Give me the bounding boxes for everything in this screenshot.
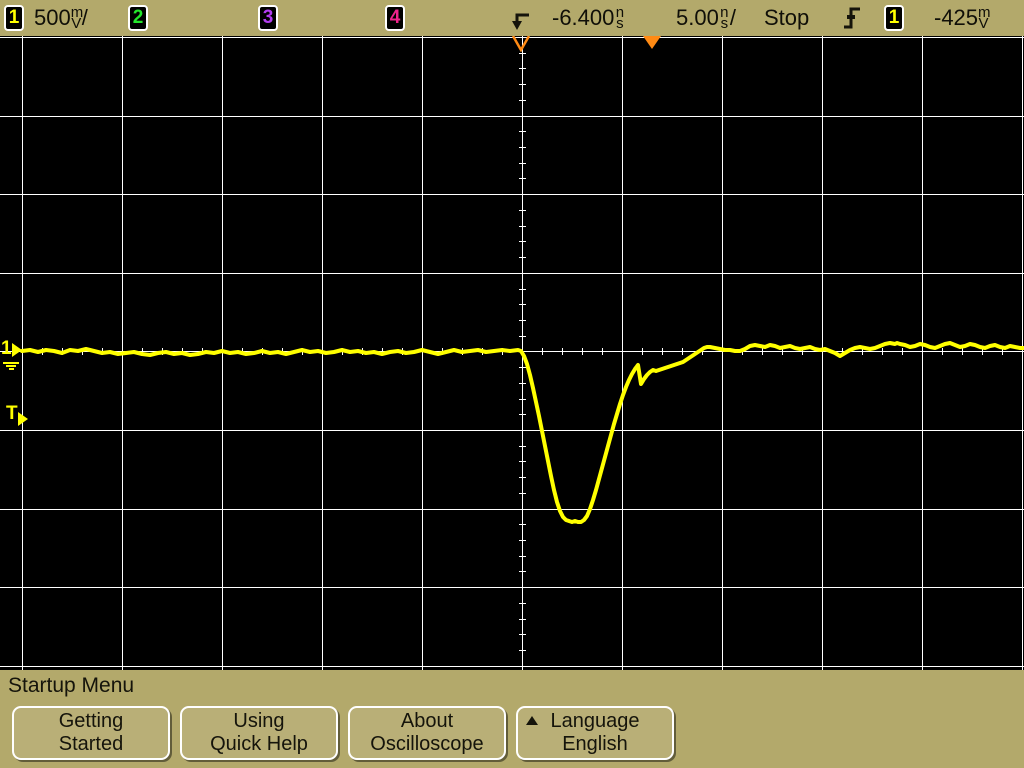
menu-title: Startup Menu	[8, 674, 135, 697]
unit-nanosecond-icon: ns	[720, 4, 729, 33]
channel-3-status[interactable]: 3	[258, 0, 278, 36]
softkey-line-1: Getting	[58, 710, 124, 732]
channel-1-badge[interactable]: 1	[4, 5, 24, 31]
unit-nanosecond-icon: ns	[615, 4, 625, 33]
oscilloscope-screen: 1 500 m V/ 2 3 4 -6.400 n s 5.00 n s / Stop	[0, 0, 1024, 768]
softkey-language[interactable]: Language English	[516, 706, 674, 760]
softkey-line-2: Quick Help	[210, 733, 308, 755]
delay-arrow-icon	[512, 13, 529, 30]
trigger-source-badge[interactable]: 1	[884, 5, 904, 31]
softkey-line-1: About	[400, 710, 454, 732]
waveform-trace	[20, 341, 1024, 524]
status-bar: 1 500 m V/ 2 3 4 -6.400 n s 5.00 n s / Stop	[0, 0, 1024, 36]
trigger-level-value[interactable]: -425 m V	[934, 0, 991, 36]
softkey-getting-started[interactable]: Getting Started	[12, 706, 170, 760]
softkey-about-oscilloscope[interactable]: About Oscilloscope	[348, 706, 506, 760]
softkey-line-1: Language	[550, 710, 640, 732]
channel-4-status[interactable]: 4	[385, 0, 405, 36]
channel-1-status[interactable]: 1 500 m V /	[4, 0, 88, 36]
softkey-line-2: English	[562, 733, 628, 755]
softkey-line-2: Oscilloscope	[370, 733, 484, 755]
unit-millivolt-icon: mV	[978, 4, 991, 33]
softkey-line-2: Started	[58, 733, 124, 755]
softkey-line-1: Using	[233, 710, 285, 732]
rising-edge-icon	[844, 7, 860, 29]
channel-2-badge[interactable]: 2	[128, 5, 148, 31]
softkey-menu: Startup Menu Getting Started Using Quick He…	[0, 670, 1024, 768]
softkey-using-quick-help[interactable]: Using Quick Help	[180, 706, 338, 760]
delay-position-icon	[512, 0, 536, 36]
channel-1-scale: 500 m V /	[34, 4, 88, 33]
channel-3-badge[interactable]: 3	[258, 5, 278, 31]
trigger-slope[interactable]	[842, 0, 862, 36]
run-state[interactable]: Stop	[764, 0, 809, 36]
chevron-up-icon	[526, 716, 538, 725]
channel-4-badge[interactable]: 4	[385, 5, 405, 31]
timebase-value[interactable]: 5.00 n s /	[676, 0, 736, 36]
channel-2-status[interactable]: 2	[128, 0, 148, 36]
trigger-source[interactable]: 1	[884, 0, 904, 36]
waveform-display[interactable]: 1 T	[0, 36, 1024, 670]
softkey-row: Getting Started Using Quick Help About Oscill…	[0, 706, 1024, 764]
unit-millivolt-icon: mV	[70, 4, 84, 33]
delay-value[interactable]: -6.400 n s	[552, 0, 625, 36]
